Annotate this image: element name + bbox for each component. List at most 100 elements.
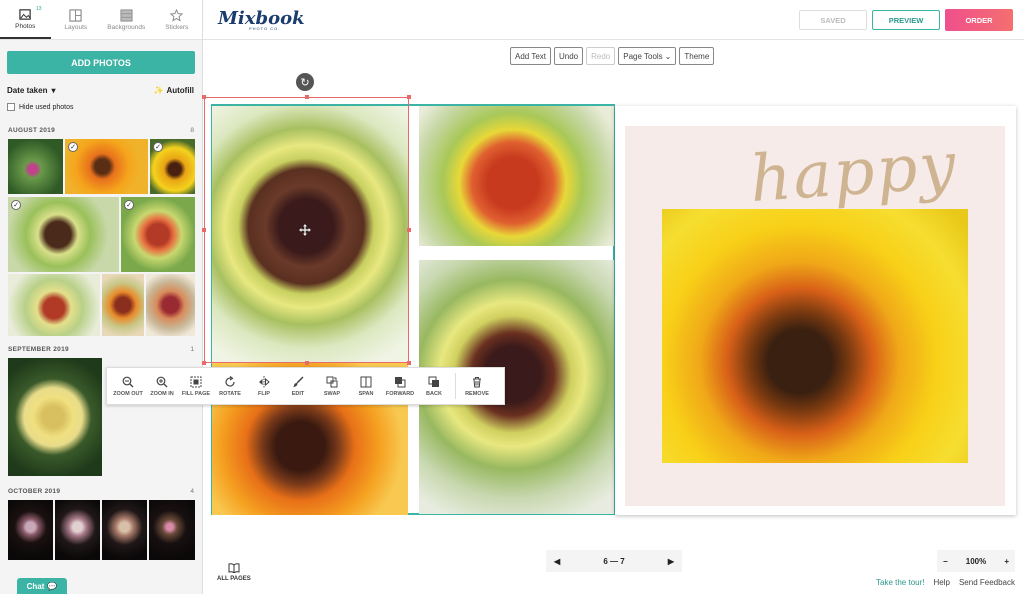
rotate-handle-icon[interactable]: ↻ xyxy=(296,73,314,91)
photo-thumbnail[interactable]: ✓ xyxy=(8,197,119,272)
rotate-button[interactable]: ROTATE xyxy=(213,375,247,397)
logo-subtitle: PHOTO CO. xyxy=(249,26,281,31)
photo-thumbnail[interactable] xyxy=(8,274,100,336)
page-right[interactable]: happy xyxy=(615,106,1016,515)
page-tools-dropdown[interactable]: Page Tools ⌄ xyxy=(618,47,677,65)
back-button[interactable]: BACK xyxy=(417,376,451,397)
sort-dropdown[interactable]: Date taken ▾ xyxy=(7,86,55,95)
next-page-icon[interactable]: ▶ xyxy=(668,557,674,566)
add-photos-button[interactable]: ADD PHOTOS xyxy=(7,51,195,74)
move-icon[interactable] xyxy=(299,224,311,236)
forward-button[interactable]: FORWARD xyxy=(383,376,417,397)
tool-label: REMOVE xyxy=(465,390,489,397)
photo-thumbnail[interactable] xyxy=(102,500,147,560)
month-heading: SEPTEMBER 2019 xyxy=(8,346,69,353)
undo-button[interactable]: Undo xyxy=(553,47,584,65)
top-bar: Mixbook PHOTO CO. SAVED PREVIEW ORDER xyxy=(203,0,1024,40)
photo-thumbnail[interactable] xyxy=(8,139,63,194)
forward-icon xyxy=(395,376,406,387)
resize-handle[interactable] xyxy=(202,228,206,232)
redo-button[interactable]: Redo xyxy=(586,47,616,65)
autofill-button[interactable]: ✨ Autofill xyxy=(153,86,194,95)
month-count: 4 xyxy=(190,488,194,495)
all-pages-button[interactable]: ALL PAGES xyxy=(217,563,251,582)
tool-label: ZOOM IN xyxy=(150,390,174,397)
fill-page-icon xyxy=(190,376,202,387)
chat-label: Chat xyxy=(26,581,45,591)
photo-thumbnail[interactable]: ✓ xyxy=(65,139,148,194)
tool-label: ROTATE xyxy=(219,390,241,397)
used-check-icon: ✓ xyxy=(11,200,21,210)
photo-frame[interactable] xyxy=(419,106,614,246)
photo-thumbnail[interactable] xyxy=(8,358,102,476)
resize-handle[interactable] xyxy=(407,95,411,99)
tab-photos[interactable]: 13 Photos xyxy=(0,0,51,39)
flip-icon xyxy=(259,375,270,388)
tab-backgrounds-label: Backgrounds xyxy=(107,23,146,31)
hide-used-label: Hide used photos xyxy=(19,103,74,111)
resize-handle[interactable] xyxy=(202,361,206,365)
resize-handle[interactable] xyxy=(407,228,411,232)
page-title-text[interactable]: happy xyxy=(748,129,960,217)
tab-stickers[interactable]: Stickers xyxy=(152,0,203,39)
used-check-icon: ✓ xyxy=(124,200,134,210)
tool-label: FORWARD xyxy=(385,390,415,397)
layouts-icon xyxy=(69,8,82,22)
tab-photos-label: Photos xyxy=(15,22,36,30)
zoom-in-button[interactable]: ZOOM IN xyxy=(145,376,179,397)
photo-thumbnail[interactable] xyxy=(8,500,53,560)
help-link[interactable]: Help xyxy=(934,578,950,587)
saved-button[interactable]: SAVED xyxy=(799,10,867,30)
prev-page-icon[interactable]: ◀ xyxy=(554,557,560,566)
chat-bubble-icon: 💬 xyxy=(47,581,58,591)
hide-used-checkbox[interactable]: Hide used photos xyxy=(7,103,73,111)
add-text-button[interactable]: Add Text xyxy=(510,47,551,65)
backgrounds-icon xyxy=(120,8,133,22)
zoom-in-button[interactable]: + xyxy=(1004,557,1009,566)
zoom-out-icon xyxy=(122,376,134,387)
month-heading: OCTOBER 2019 xyxy=(8,488,61,495)
resize-handle[interactable] xyxy=(305,361,309,365)
edit-button[interactable]: EDIT xyxy=(281,375,315,397)
tool-label: FILL PAGE xyxy=(181,390,211,397)
chat-button[interactable]: Chat 💬 xyxy=(17,578,67,594)
theme-button[interactable]: Theme xyxy=(679,47,715,65)
tool-label: SWAP xyxy=(323,390,341,397)
checkbox-box[interactable] xyxy=(7,103,15,111)
photo-thumbnail[interactable] xyxy=(102,274,144,336)
photo-thumbnail[interactable]: ✓ xyxy=(150,139,195,194)
photo-thumbnail[interactable]: ✓ xyxy=(121,197,195,272)
brush-icon xyxy=(293,375,304,387)
sidebar: 13 Photos Layouts Backgrounds Stickers A… xyxy=(0,0,203,594)
used-check-icon: ✓ xyxy=(68,142,78,152)
span-button[interactable]: SPAN xyxy=(349,376,383,397)
tab-backgrounds[interactable]: Backgrounds xyxy=(101,0,152,39)
flip-button[interactable]: FLIP xyxy=(247,375,281,397)
chevron-down-icon: ⌄ xyxy=(664,51,672,61)
tool-label: BACK xyxy=(426,390,442,397)
sidebar-tabs: 13 Photos Layouts Backgrounds Stickers xyxy=(0,0,202,40)
tool-label: EDIT xyxy=(291,390,305,397)
star-icon xyxy=(170,8,184,22)
footer-links: Take the tour! Help Send Feedback xyxy=(876,578,1015,587)
resize-handle[interactable] xyxy=(305,95,309,99)
photos-count-badge: 13 xyxy=(35,6,42,12)
order-button[interactable]: ORDER xyxy=(945,9,1013,31)
resize-handle[interactable] xyxy=(202,95,206,99)
photo-thumbnail[interactable] xyxy=(146,274,195,336)
take-tour-link[interactable]: Take the tour! xyxy=(876,578,924,587)
zoom-out-button[interactable]: − xyxy=(943,557,948,566)
page-navigator: ◀ 6 — 7 ▶ xyxy=(546,550,682,572)
photo-thumbnail[interactable] xyxy=(149,500,195,560)
fill-page-button[interactable]: FILL PAGE xyxy=(179,376,213,397)
month-count: 8 xyxy=(190,127,194,134)
swap-button[interactable]: SWAP xyxy=(315,376,349,397)
remove-button[interactable]: REMOVE xyxy=(460,376,494,397)
resize-handle[interactable] xyxy=(407,361,411,365)
preview-button[interactable]: PREVIEW xyxy=(872,10,940,30)
send-feedback-link[interactable]: Send Feedback xyxy=(959,578,1015,587)
zoom-out-button[interactable]: ZOOM OUT xyxy=(111,376,145,397)
photo-frame[interactable] xyxy=(662,209,968,463)
tab-layouts[interactable]: Layouts xyxy=(51,0,102,39)
photo-thumbnail[interactable] xyxy=(55,500,100,560)
